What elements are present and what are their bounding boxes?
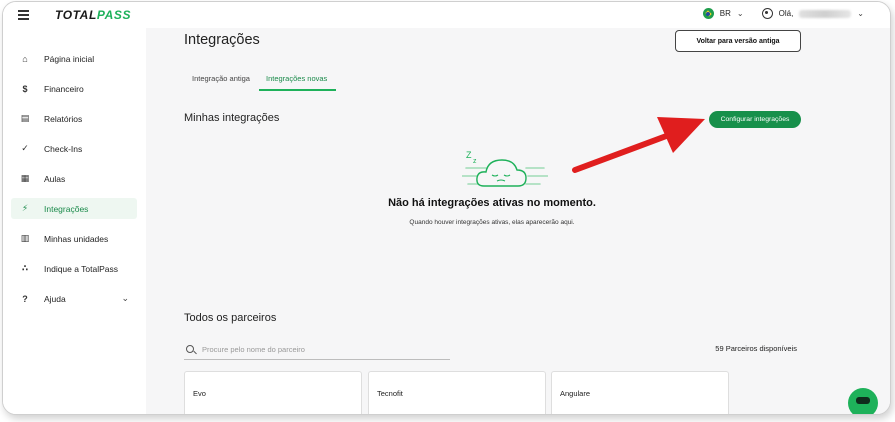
sidebar-item-label: Página inicial [44, 53, 95, 64]
sidebar-item-check-ins[interactable]: ✓ Check-Ins [11, 138, 137, 159]
sidebar-item-label: Ajuda [44, 293, 66, 304]
chat-icon [856, 397, 870, 404]
search-icon [186, 345, 194, 353]
totalpass-logo[interactable]: TOTALPASS [55, 8, 131, 22]
sidebar: ⌂ Página inicial $ Financeiro ▤ Relatóri… [3, 28, 146, 414]
sidebar-item-label: Minhas unidades [44, 233, 109, 244]
tab-integracoes-novas[interactable]: Integrações novas [266, 74, 327, 83]
svg-text:Z: Z [466, 150, 472, 160]
partner-name: Angulare [560, 389, 591, 398]
partner-search-input[interactable] [202, 344, 422, 354]
page-title: Integrações [184, 32, 260, 48]
sidebar-item-label: Check-Ins [44, 143, 83, 154]
sidebar-item-minhas-unidades[interactable]: ▥ Minhas unidades [11, 228, 137, 249]
help-icon: ? [22, 293, 28, 304]
partners-count: 59 Parceiros disponíveis [715, 344, 797, 353]
partner-card-tecnofit[interactable]: Tecnofit [368, 371, 546, 414]
partner-search [184, 339, 450, 360]
partner-name: Tecnofit [377, 389, 403, 398]
active-tab-indicator [259, 89, 336, 91]
checklist-icon: ✓ [21, 143, 29, 153]
sidebar-item-integracoes[interactable]: ⚡ Integrações [11, 198, 137, 219]
country-code[interactable]: BR [720, 9, 731, 18]
chevron-down-icon[interactable]: ⌄ [857, 9, 864, 18]
calendar-icon: ▦ [20, 173, 30, 183]
plug-icon: ⚡ [21, 203, 29, 213]
brazil-flag-icon[interactable] [702, 8, 714, 19]
sidebar-item-aulas[interactable]: ▦ Aulas [11, 168, 137, 189]
empty-state-title: Não há integrações ativas no momento. [388, 197, 596, 209]
topbar: TOTALPASS BR ⌄ Olá, ⌄ [3, 2, 890, 28]
svg-text:z: z [473, 158, 477, 165]
tab-integracao-antiga[interactable]: Integração antiga [192, 74, 250, 83]
sidebar-item-indique[interactable]: ∴ Indique a TotalPass [11, 258, 137, 279]
top-right-controls: BR ⌄ Olá, ⌄ [702, 8, 864, 19]
configure-integrations-button[interactable]: Configurar integrações [709, 111, 801, 128]
partner-card-evo[interactable]: Evo [184, 371, 362, 414]
home-icon: ⌂ [22, 53, 28, 64]
menu-icon[interactable] [18, 10, 29, 20]
sidebar-item-label: Relatórios [44, 113, 83, 124]
sidebar-item-pagina-inicial[interactable]: ⌂ Página inicial [11, 48, 137, 69]
chat-button[interactable] [848, 388, 878, 414]
greeting[interactable]: Olá, [779, 9, 794, 18]
my-integrations-title: Minhas integrações [184, 112, 280, 124]
all-partners-title: Todos os parceiros [184, 312, 277, 324]
sidebar-item-financeiro[interactable]: $ Financeiro [11, 78, 137, 99]
sleeping-cloud-icon: Z z [462, 150, 548, 187]
chevron-down-icon[interactable]: ⌄ [737, 9, 744, 18]
store-icon: ▥ [20, 233, 30, 243]
chevron-down-icon: ⌄ [121, 293, 129, 303]
blurred-user-name [799, 9, 852, 18]
empty-state-subtitle: Quando houver integrações ativas, elas a… [409, 219, 575, 226]
report-icon: ▤ [20, 113, 30, 123]
sidebar-item-label: Aulas [44, 173, 66, 184]
sidebar-item-label: Financeiro [44, 83, 84, 94]
app-window: TOTALPASS BR ⌄ Olá, ⌄ ⌂ Página inicial $… [2, 1, 891, 415]
dollar-icon: $ [22, 83, 28, 94]
sidebar-item-ajuda[interactable]: ? Ajuda ⌄ [11, 288, 137, 309]
sidebar-item-relatorios[interactable]: ▤ Relatórios [11, 108, 137, 129]
main-content: Integrações Voltar para versão antiga In… [146, 28, 890, 414]
sidebar-item-label: Indique a TotalPass [44, 263, 119, 274]
user-icon[interactable] [761, 8, 773, 19]
back-to-old-version-button[interactable]: Voltar para versão antiga [675, 30, 801, 52]
share-icon: ∴ [21, 263, 29, 273]
partner-name: Evo [193, 389, 206, 398]
sidebar-item-label: Integrações [44, 203, 89, 214]
partner-card-angulare[interactable]: Angulare [551, 371, 729, 414]
